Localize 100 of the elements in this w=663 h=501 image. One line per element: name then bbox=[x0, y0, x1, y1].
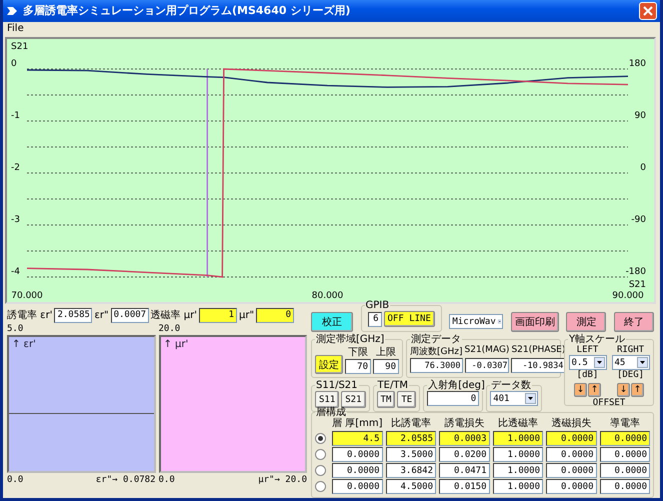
axis-title: S21 bbox=[628, 280, 646, 290]
caret-icon bbox=[594, 357, 604, 368]
close-icon bbox=[643, 6, 653, 16]
tick-label: -180 bbox=[626, 266, 646, 277]
offset-button[interactable]: ↓ bbox=[574, 383, 587, 397]
group-label: TE/TM bbox=[376, 380, 410, 391]
toggle-button[interactable]: TE bbox=[397, 391, 416, 408]
device-dropdown[interactable]: MicroWav bbox=[449, 314, 504, 329]
value-field[interactable]: 76.3000 bbox=[410, 358, 462, 373]
value-field[interactable]: -10.9834 bbox=[511, 358, 566, 373]
table-field[interactable]: 4.5000 bbox=[386, 479, 436, 494]
field-label: 誘電率 εr' bbox=[7, 308, 52, 322]
column-label: S21(PHASE) bbox=[511, 345, 566, 357]
axis-label: 0.0 bbox=[7, 474, 24, 484]
tick-label: -4 bbox=[11, 266, 20, 277]
column-header: 導電率 bbox=[608, 418, 641, 430]
table-field[interactable]: 4.5 bbox=[332, 431, 382, 446]
table-field[interactable]: 0.0150 bbox=[439, 479, 490, 494]
table-field[interactable]: 1.0000 bbox=[492, 479, 543, 494]
radio-button[interactable] bbox=[315, 433, 326, 444]
column-header: 比透磁率 bbox=[496, 418, 539, 430]
tick-label: 90.000 bbox=[612, 290, 644, 301]
scale-dropdown[interactable]: 45 bbox=[612, 355, 650, 370]
tick-label: -90 bbox=[631, 214, 646, 225]
address-field[interactable]: 6 bbox=[368, 312, 382, 326]
axis-label: 5.0 bbox=[7, 324, 24, 335]
group-label: 測定帯域[GHz] bbox=[315, 334, 386, 345]
upper-field[interactable]: 90 bbox=[373, 359, 399, 374]
radio-button[interactable] bbox=[315, 481, 326, 492]
offset-button[interactable]: ↓ bbox=[617, 383, 630, 397]
tick-label: 180 bbox=[628, 58, 646, 69]
table-field[interactable]: 0.0000 bbox=[546, 463, 596, 478]
table-field[interactable]: 0.0471 bbox=[439, 463, 490, 478]
tick-label: -3 bbox=[11, 214, 20, 225]
table-field[interactable]: 0.0000 bbox=[600, 447, 650, 462]
tick-label: 80.000 bbox=[312, 290, 344, 301]
set-button[interactable]: 設定 bbox=[315, 355, 343, 374]
action-button[interactable]: 終了 bbox=[614, 312, 654, 332]
field-label: μr" bbox=[238, 310, 254, 320]
group-label: S11/S21 bbox=[315, 380, 359, 391]
column-header: 層 厚[mm] bbox=[332, 418, 382, 430]
action-button[interactable]: 画面印刷 bbox=[510, 312, 559, 332]
axis-label: εr"→ 0.0782 bbox=[96, 474, 156, 484]
axis-title: S21 bbox=[11, 42, 28, 52]
input-field[interactable]: 0 bbox=[256, 308, 294, 322]
axis-label: RIGHT bbox=[616, 345, 644, 355]
toggle-button[interactable]: S21 bbox=[341, 391, 366, 408]
caret-icon bbox=[525, 393, 536, 404]
table-field[interactable]: 0.0000 bbox=[600, 463, 650, 478]
axis-label: 0.0 bbox=[158, 474, 175, 484]
action-button[interactable]: 測定 bbox=[566, 312, 606, 332]
table-field[interactable]: 0.0000 bbox=[546, 447, 596, 462]
field-label: εr" bbox=[94, 310, 109, 320]
table-field[interactable]: 0.0000 bbox=[332, 447, 382, 462]
table-field[interactable]: 0.0003 bbox=[439, 431, 490, 446]
lower-field[interactable]: 70 bbox=[345, 359, 371, 374]
table-field[interactable]: 0.0000 bbox=[332, 463, 382, 478]
table-field[interactable]: 0.0000 bbox=[546, 431, 596, 446]
group-label: データ数 bbox=[490, 380, 532, 391]
offset-button[interactable]: ↑ bbox=[588, 383, 601, 397]
group-label: 入射角[deg] bbox=[427, 380, 486, 391]
close-button[interactable] bbox=[639, 2, 657, 20]
input-field[interactable]: 1 bbox=[198, 308, 237, 322]
table-field[interactable]: 0.0000 bbox=[600, 431, 650, 446]
table-field[interactable]: 3.6842 bbox=[386, 463, 436, 478]
table-field[interactable]: 1.0000 bbox=[492, 463, 543, 478]
value-field[interactable]: -0.0307 bbox=[464, 358, 510, 373]
status-button[interactable]: OFF LINE bbox=[384, 311, 435, 327]
window-title: 多層誘電率シミュレーション用プログラム(MS4640 シリーズ用) bbox=[23, 3, 352, 18]
input-field[interactable]: 2.0585 bbox=[54, 308, 92, 322]
unit-label: [DEG] bbox=[616, 370, 644, 380]
table-field[interactable]: 0.0000 bbox=[546, 479, 596, 494]
table-field[interactable]: 1.0000 bbox=[492, 447, 543, 462]
offset-button[interactable]: ↑ bbox=[631, 383, 644, 397]
angle-field[interactable]: 0 bbox=[427, 391, 480, 406]
column-label: 周波数[GHz] bbox=[410, 346, 462, 358]
input-field[interactable]: 0.0007 bbox=[110, 308, 149, 322]
table-field[interactable]: 1.0000 bbox=[492, 431, 543, 446]
axis-label: ↑ εr' bbox=[12, 339, 36, 350]
toggle-button[interactable]: S11 bbox=[315, 391, 340, 408]
axis-label: LEFT bbox=[576, 345, 598, 355]
count-dropdown[interactable]: 401 bbox=[490, 391, 538, 406]
column-header: 比誘電率 bbox=[390, 418, 432, 430]
radio-button[interactable] bbox=[315, 465, 326, 476]
table-field[interactable]: 2.0585 bbox=[386, 431, 436, 446]
radio-button[interactable] bbox=[315, 449, 326, 460]
group-label: GPIB bbox=[364, 300, 390, 311]
toggle-button[interactable]: TM bbox=[376, 391, 396, 408]
tick-label: 0 bbox=[11, 58, 17, 69]
menu-item[interactable]: File bbox=[5, 22, 26, 34]
calibrate-button[interactable]: 校正 bbox=[311, 312, 353, 332]
scale-dropdown[interactable]: 0.5 bbox=[568, 355, 606, 370]
column-header: 透磁損失 bbox=[550, 418, 592, 430]
table-field[interactable]: 0.0000 bbox=[332, 479, 382, 494]
group-label: Y軸スケール bbox=[568, 334, 626, 345]
table-field[interactable]: 0.0200 bbox=[439, 447, 490, 462]
table-field[interactable]: 3.5000 bbox=[386, 447, 436, 462]
table-field[interactable]: 0.0000 bbox=[600, 479, 650, 494]
group-label: 層構成 bbox=[315, 407, 347, 418]
app-icon bbox=[7, 6, 17, 15]
